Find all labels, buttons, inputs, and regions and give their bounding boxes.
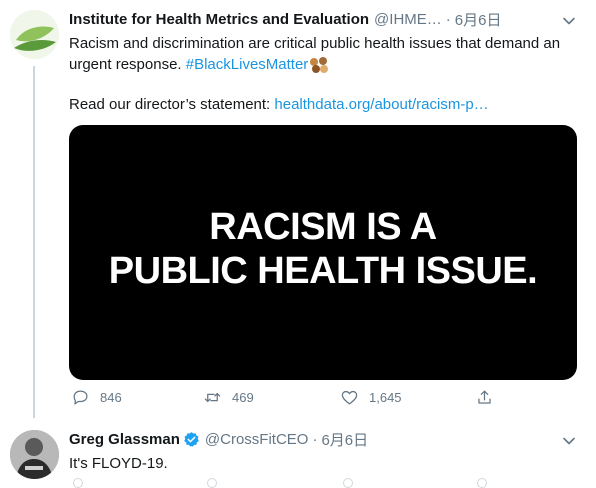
statement-line: Read our director’s statement: healthdat…	[69, 96, 489, 113]
share-icon[interactable]	[477, 478, 487, 488]
hashtag-link[interactable]: #BlackLivesMatter	[186, 56, 309, 73]
like-button[interactable]: 1,645	[340, 388, 402, 407]
like-count: 1,645	[369, 390, 402, 405]
verified-badge-icon	[184, 431, 199, 447]
tweet-date[interactable]: 6月6日	[455, 9, 502, 30]
tweet-text: It's FLOYD-19.	[69, 455, 168, 472]
caret-down-icon[interactable]	[562, 434, 576, 448]
tweet-actions: 846 469 1,645	[69, 388, 499, 410]
retweet-icon	[204, 392, 221, 403]
raised-fist-emoji	[310, 57, 329, 74]
statement-label: Read our director’s statement:	[69, 96, 271, 113]
display-name[interactable]: Institute for Health Metrics and Evaluat…	[69, 11, 369, 28]
tweet-image[interactable]: RACISM IS A PUBLIC HEALTH ISSUE.	[69, 125, 577, 380]
user-handle[interactable]: @CrossFitCEO	[205, 431, 309, 448]
thread-line	[33, 66, 35, 418]
separator: ·	[312, 430, 318, 448]
greg-glassman-photo	[10, 430, 59, 479]
image-text-line-2: PUBLIC HEALTH ISSUE.	[108, 250, 538, 292]
reply-icon	[73, 390, 88, 405]
statement-link[interactable]: healthdata.org/about/racism-p…	[274, 96, 488, 113]
share-button[interactable]	[475, 388, 504, 407]
share-icon	[478, 390, 491, 404]
avatar[interactable]	[10, 430, 59, 479]
image-text-line-1: RACISM IS A	[209, 206, 437, 248]
tweet-date[interactable]: 6月6日	[321, 429, 368, 450]
reply-button[interactable]: 846	[71, 388, 122, 407]
retweet-button[interactable]: 469	[203, 388, 254, 407]
reply-count: 846	[100, 390, 122, 405]
separator: ·	[445, 10, 451, 28]
like-icon[interactable]	[343, 478, 353, 488]
display-name[interactable]: Greg Glassman	[69, 431, 180, 448]
like-icon	[341, 390, 358, 405]
reply-icon[interactable]	[73, 478, 83, 488]
avatar[interactable]	[10, 10, 59, 59]
tweet-text: Racism and discrimination are critical p…	[69, 33, 569, 75]
caret-down-icon[interactable]	[562, 14, 576, 28]
ihme-logo	[10, 10, 59, 59]
tweet-header: Institute for Health Metrics and Evaluat…	[69, 8, 501, 30]
tweet-header: Greg Glassman @CrossFitCEO · 6月6日	[69, 428, 368, 450]
retweet-icon[interactable]	[207, 478, 217, 488]
retweet-count: 469	[232, 390, 254, 405]
user-handle[interactable]: @IHME…	[374, 11, 442, 28]
